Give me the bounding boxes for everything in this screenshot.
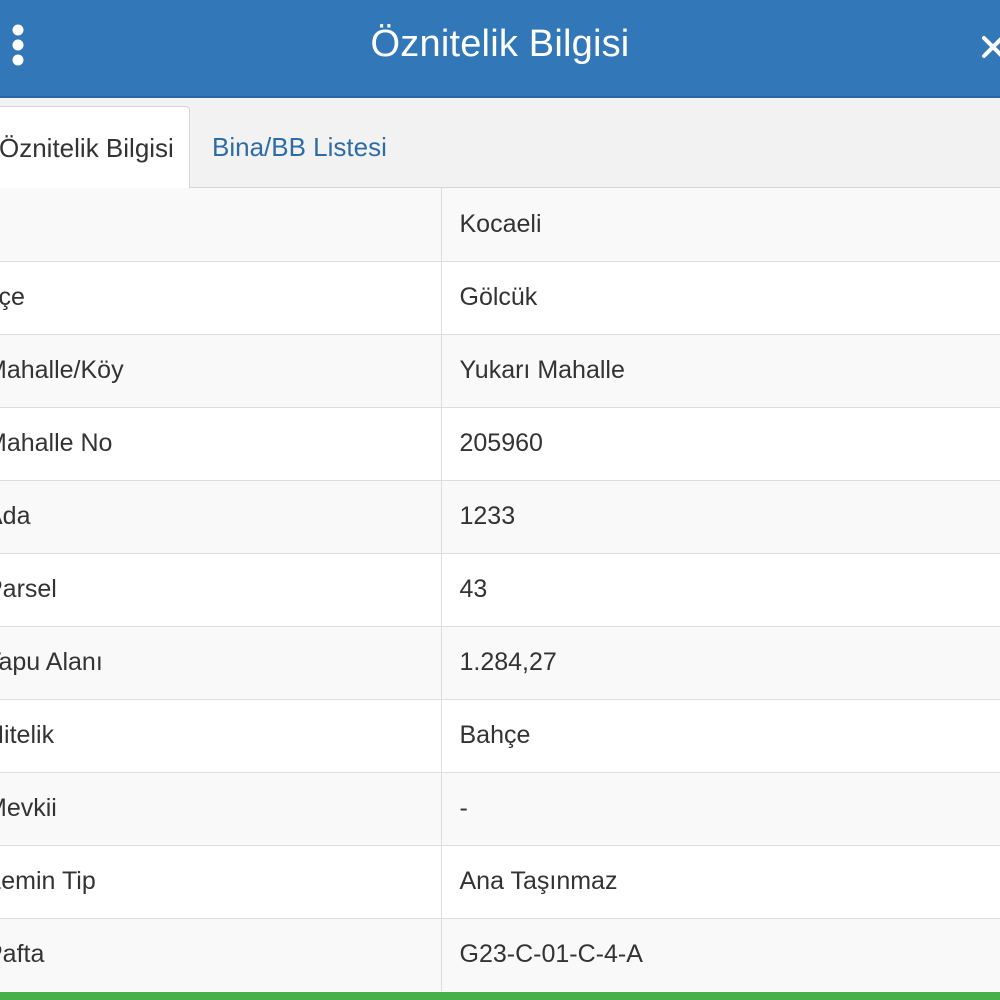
attribute-table: İl Kocaeli İlçe Gölcük Mahalle/Köy Yukar… bbox=[0, 188, 1000, 991]
table-row: İlçe Gölcük bbox=[0, 260, 1000, 334]
table-row: Parsel 43 bbox=[0, 552, 1000, 626]
close-icon bbox=[978, 26, 1000, 66]
attribute-label: İl bbox=[0, 188, 442, 261]
attribute-value: Bahçe bbox=[441, 698, 1000, 772]
table-row: Zemin Tip Ana Taşınmaz bbox=[0, 844, 1000, 918]
attribute-label: Mahalle No bbox=[0, 406, 442, 480]
attribute-info-window: Öznitelik Bilgisi Öznitelik Bilgisi Bina… bbox=[0, 0, 1000, 1000]
attribute-label: Nitelik bbox=[0, 698, 442, 772]
close-button[interactable] bbox=[978, 26, 1000, 66]
table-row: Mahalle No 205960 bbox=[0, 406, 1000, 480]
attribute-value: 205960 bbox=[441, 406, 1000, 480]
tab-bar: Öznitelik Bilgisi Bina/BB Listesi bbox=[0, 98, 1000, 189]
window-title: Öznitelik Bilgisi bbox=[370, 23, 630, 65]
attribute-value: Gölcük bbox=[441, 260, 1000, 334]
attribute-value: 1233 bbox=[441, 479, 1000, 553]
table-row: Ada 1233 bbox=[0, 479, 1000, 553]
attribute-value: Kocaeli bbox=[459, 209, 542, 238]
attribute-label: Mevkii bbox=[0, 771, 442, 845]
attribute-value: - bbox=[441, 771, 1000, 845]
attribute-label: Tapu Alanı bbox=[0, 625, 442, 699]
attribute-label: Mahalle/Köy bbox=[0, 333, 442, 407]
tab-attribute-info[interactable]: Öznitelik Bilgisi bbox=[0, 106, 190, 189]
table-row: Nitelik Bahçe bbox=[0, 698, 1000, 772]
table-row: Mevkii - bbox=[0, 771, 1000, 845]
attribute-value: Yukarı Mahalle bbox=[441, 333, 1000, 407]
footer-bar bbox=[0, 992, 1000, 1000]
tab-building-list[interactable]: Bina/BB Listesi bbox=[212, 106, 387, 188]
attribute-label: Parsel bbox=[0, 552, 442, 626]
attribute-label: Zemin Tip bbox=[0, 844, 442, 918]
attribute-value: 43 bbox=[441, 552, 1000, 626]
table-row: Mahalle/Köy Yukarı Mahalle bbox=[0, 333, 1000, 407]
attribute-label: Ada bbox=[0, 479, 442, 553]
table-row: Tapu Alanı 1.284,27 bbox=[0, 625, 1000, 699]
attribute-table-container: İl Kocaeli İlçe Gölcük Mahalle/Köy Yukar… bbox=[0, 188, 1000, 992]
table-row: Pafta G23-C-01-C-4-A bbox=[0, 917, 1000, 991]
table-row: İl Kocaeli bbox=[0, 188, 1000, 261]
attribute-value: G23-C-01-C-4-A bbox=[441, 917, 1000, 991]
attribute-value: Ana Taşınmaz bbox=[441, 844, 1000, 918]
attribute-label: Pafta bbox=[0, 917, 442, 991]
window-header: Öznitelik Bilgisi bbox=[0, 0, 1000, 98]
attribute-value: 1.284,27 bbox=[441, 625, 1000, 699]
attribute-label: İlçe bbox=[0, 260, 442, 334]
